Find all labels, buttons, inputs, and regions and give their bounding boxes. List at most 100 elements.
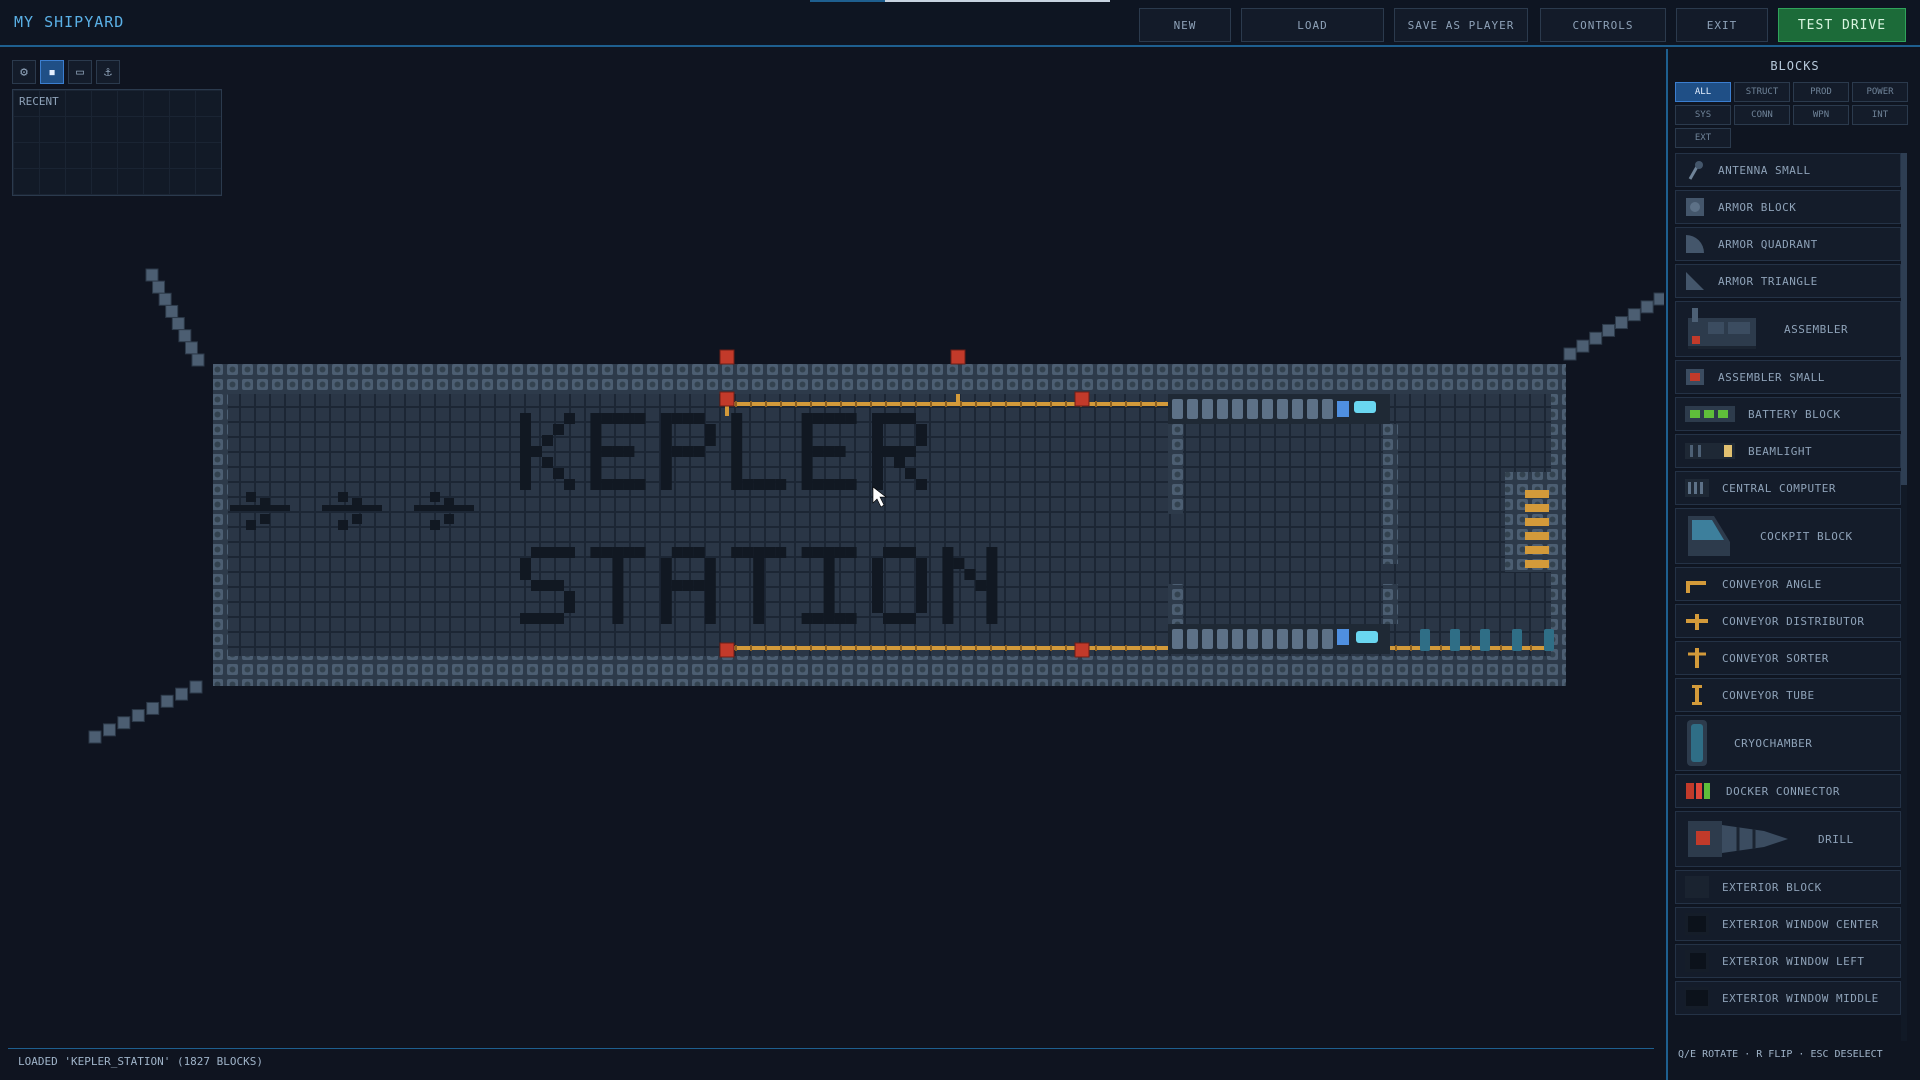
conveyor-tube-icon <box>1684 683 1710 707</box>
block-item-conveyor-angle[interactable]: CONVEYOR ANGLE <box>1675 567 1901 601</box>
station-grid[interactable] <box>0 47 1664 1047</box>
inner-wall <box>1168 424 1183 514</box>
block-item-exterior-window-left[interactable]: EXTERIOR WINDOW LEFT <box>1675 944 1901 978</box>
block-item-cockpit-block[interactable]: COCKPIT BLOCK <box>1675 508 1901 564</box>
cryochamber <box>1544 629 1554 651</box>
red-connector <box>1074 642 1090 658</box>
block-list-scrollbar[interactable] <box>1901 153 1907 1041</box>
box-select-icon[interactable]: ▭ <box>68 60 92 84</box>
build-canvas[interactable] <box>0 47 1664 1047</box>
app-title: MY SHIPYARD <box>14 13 125 31</box>
cryochamber <box>1512 629 1522 651</box>
anchor-icon[interactable]: ⚓ <box>96 60 120 84</box>
block-item-cryochamber[interactable]: CRYOCHAMBER <box>1675 715 1901 771</box>
block-item-exterior-window-center[interactable]: EXTERIOR WINDOW CENTER <box>1675 907 1901 941</box>
filter-tab-sys[interactable]: SYS <box>1675 105 1731 125</box>
red-connector <box>719 391 735 407</box>
block-item-exterior-block[interactable]: EXTERIOR BLOCK <box>1675 870 1901 904</box>
drill-icon <box>1684 815 1794 863</box>
cryochamber <box>1420 629 1430 651</box>
cryochamber <box>1480 629 1490 651</box>
block-item-conveyor-sorter[interactable]: CONVEYOR SORTER <box>1675 641 1901 675</box>
hull-bottom <box>213 656 1566 686</box>
block-item-antenna-small[interactable]: ANTENNA SMALL <box>1675 153 1901 187</box>
loading-strip <box>810 0 1110 2</box>
block-item-armor-quadrant[interactable]: ARMOR QUADRANT <box>1675 227 1901 261</box>
cargo-crate <box>1525 560 1549 568</box>
battery-indicator <box>1337 401 1349 417</box>
block-item-drill[interactable]: DRILL <box>1675 811 1901 867</box>
block-item-label: CENTRAL COMPUTER <box>1722 481 1836 495</box>
blocks-title: BLOCKS <box>1770 59 1820 73</box>
block-item-assembler[interactable]: ASSEMBLER <box>1675 301 1901 357</box>
block-item-battery-block[interactable]: BATTERY BLOCK <box>1675 397 1901 431</box>
block-item-label: DOCKER CONNECTOR <box>1726 784 1840 798</box>
block-item-armor-block[interactable]: ARMOR BLOCK <box>1675 190 1901 224</box>
new-button[interactable]: NEW <box>1139 8 1231 42</box>
conveyor-angle-icon <box>1684 573 1710 595</box>
block-item-label: BATTERY BLOCK <box>1748 407 1841 421</box>
block-item-conveyor-distributor[interactable]: CONVEYOR DISTRIBUTOR <box>1675 604 1901 638</box>
exit-button[interactable]: EXIT <box>1676 8 1768 42</box>
assembler-icon <box>1684 306 1760 352</box>
filter-tab-conn[interactable]: CONN <box>1734 105 1790 125</box>
block-item-label: CONVEYOR DISTRIBUTOR <box>1722 614 1865 628</box>
controls-button[interactable]: CONTROLS <box>1540 8 1666 42</box>
block-item-label: EXTERIOR WINDOW CENTER <box>1722 917 1879 931</box>
block-item-label: ASSEMBLER SMALL <box>1718 370 1825 384</box>
filter-tab-struct[interactable]: STRUCT <box>1734 82 1790 102</box>
block-item-label: BEAMLIGHT <box>1748 444 1813 458</box>
block-item-exterior-window-middle[interactable]: EXTERIOR WINDOW MIDDLE <box>1675 981 1901 1015</box>
filter-tab-int[interactable]: INT <box>1852 105 1908 125</box>
blocks-sidebar: BLOCKS ALL STRUCT PROD POWER SYS CONN WPN INT EX… <box>1666 49 1920 1080</box>
beamlight-icon <box>1684 440 1736 462</box>
red-connector <box>719 642 735 658</box>
block-item-beamlight[interactable]: BEAMLIGHT <box>1675 434 1901 468</box>
red-connector <box>719 349 735 365</box>
filter-tab-prod[interactable]: PROD <box>1793 82 1849 102</box>
cargo-crate <box>1525 518 1549 526</box>
save-as-player-button[interactable]: SAVE AS PLAYER <box>1394 8 1528 42</box>
block-item-assembler-small[interactable]: ASSEMBLER SMALL <box>1675 360 1901 394</box>
filter-tab-wpn[interactable]: WPN <box>1793 105 1849 125</box>
antenna-strut-top-right <box>1563 292 1664 361</box>
cargo-crate <box>1525 504 1549 512</box>
block-item-label: DRILL <box>1818 832 1854 846</box>
status-bar: LOADED 'KEPLER_STATION' (1827 BLOCKS) <box>8 1048 1654 1072</box>
gear-icon[interactable]: ⚙ <box>12 60 36 84</box>
recent-label: RECENT <box>19 95 59 108</box>
hull-top <box>213 364 1566 394</box>
inner-wall <box>1383 584 1398 624</box>
block-item-conveyor-tube[interactable]: CONVEYOR TUBE <box>1675 678 1901 712</box>
window-center-icon <box>1684 912 1710 936</box>
block-item-label: ASSEMBLER <box>1784 322 1849 336</box>
antenna-icon <box>1684 159 1706 181</box>
block-item-armor-triangle[interactable]: ARMOR TRIANGLE <box>1675 264 1901 298</box>
inner-wall <box>1168 584 1183 624</box>
block-item-label: CRYOCHAMBER <box>1734 736 1813 750</box>
pencil-icon[interactable]: ▪ <box>40 60 64 84</box>
window-left-icon <box>1684 949 1710 973</box>
block-item-label: CONVEYOR ANGLE <box>1722 577 1822 591</box>
block-item-central-computer[interactable]: CENTRAL COMPUTER <box>1675 471 1901 505</box>
status-text: LOADED 'KEPLER_STATION' (1827 BLOCKS) <box>18 1055 264 1068</box>
block-item-label: ARMOR TRIANGLE <box>1718 274 1818 288</box>
cryochamber <box>1450 629 1460 651</box>
filter-tab-ext[interactable]: EXT <box>1675 128 1731 148</box>
block-item-docker-connector[interactable]: DOCKER CONNECTOR <box>1675 774 1901 808</box>
cargo-crate <box>1525 490 1549 498</box>
armor-quadrant-icon <box>1684 233 1706 255</box>
red-connector <box>1074 391 1090 407</box>
test-drive-button[interactable]: TEST DRIVE <box>1778 8 1906 42</box>
filter-tab-power[interactable]: POWER <box>1852 82 1908 102</box>
block-list: ANTENNA SMALL ARMOR BLOCK ARMOR QUADRANT AR… <box>1675 153 1901 1041</box>
top-bar: MY SHIPYARD NEW LOAD SAVE AS PLAYER CONT… <box>0 0 1920 47</box>
assembler-small-icon <box>1684 366 1706 388</box>
scroll-thumb[interactable] <box>1901 153 1907 485</box>
load-button[interactable]: LOAD <box>1241 8 1384 42</box>
hull-left <box>213 394 228 656</box>
block-item-label: EXTERIOR WINDOW LEFT <box>1722 954 1865 968</box>
recent-panel: RECENT <box>12 89 222 196</box>
block-item-label: EXTERIOR WINDOW MIDDLE <box>1722 991 1879 1005</box>
filter-tab-all[interactable]: ALL <box>1675 82 1731 102</box>
